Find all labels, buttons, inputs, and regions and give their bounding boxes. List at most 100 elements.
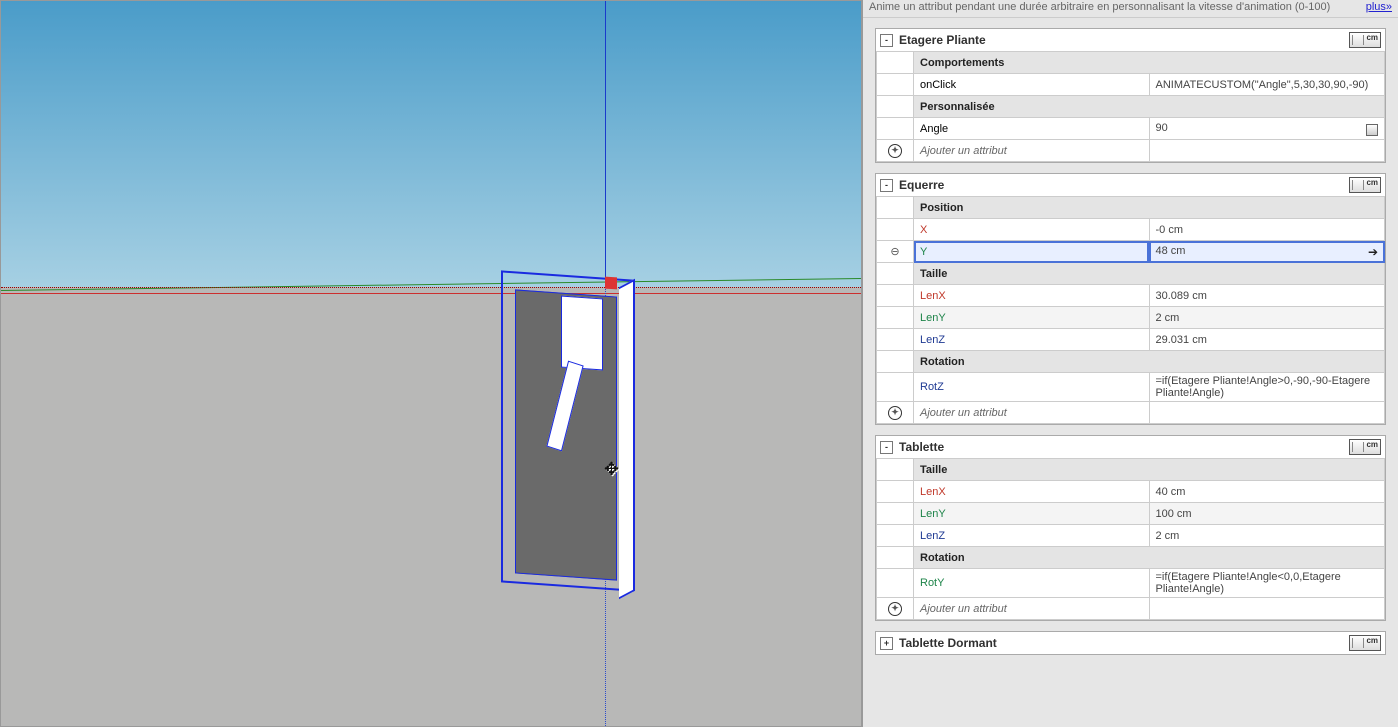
add-attribute-label: Ajouter un attribut: [914, 140, 1150, 162]
ruler-icon[interactable]: cm: [1349, 635, 1381, 651]
section-heading-row: Rotation: [877, 351, 1385, 373]
attribute-row[interactable]: LenY100 cm: [877, 503, 1385, 525]
collapse-toggle-icon[interactable]: -: [880, 441, 893, 454]
attribute-label: Y: [914, 241, 1150, 263]
attributes-panel[interactable]: Anime un attribut pendant une durée arbi…: [862, 0, 1398, 727]
attribute-value[interactable]: 40 cm: [1149, 481, 1385, 503]
info-link[interactable]: plus»: [1366, 1, 1392, 13]
attribute-label: RotY: [914, 569, 1150, 598]
attribute-label: LenX: [914, 481, 1150, 503]
attribute-row[interactable]: ⊖Y48 cm➔: [877, 241, 1385, 263]
row-icon: [877, 219, 914, 241]
block-header[interactable]: +Tablette Dormantcm: [876, 632, 1385, 654]
add-attribute-row[interactable]: ✦Ajouter un attribut: [877, 598, 1385, 620]
add-attribute-label: Ajouter un attribut: [914, 402, 1150, 424]
info-text: Anime un attribut pendant une durée arbi…: [869, 1, 1330, 13]
row-icon: [877, 307, 914, 329]
section-heading-row: Rotation: [877, 547, 1385, 569]
attribute-label: LenZ: [914, 329, 1150, 351]
attribute-value[interactable]: =if(Etagere Pliante!Angle<0,0,Etagere Pl…: [1149, 569, 1385, 598]
attribute-label: LenY: [914, 307, 1150, 329]
attribute-label: onClick: [914, 74, 1150, 96]
add-icon: ✦: [888, 602, 902, 616]
axis-z-up: [605, 1, 606, 287]
row-icon: [877, 118, 914, 140]
add-icon: ✦: [888, 144, 902, 158]
viewport-3d[interactable]: ✥: [0, 0, 862, 727]
attribute-value[interactable]: 2 cm: [1149, 307, 1385, 329]
attribute-value[interactable]: 29.031 cm: [1149, 329, 1385, 351]
section-heading-row: Position: [877, 197, 1385, 219]
arrow-right-icon[interactable]: ➔: [1368, 245, 1378, 259]
attribute-value[interactable]: 2 cm: [1149, 525, 1385, 547]
sky: [1, 1, 861, 287]
block-title: Equerre: [899, 178, 944, 192]
attribute-label: X: [914, 219, 1150, 241]
component-block: -Tablette cm TailleLenX40 cmLenY100 cmLenZ…: [875, 435, 1386, 621]
row-icon: ⊖: [877, 241, 914, 263]
row-icon: [877, 74, 914, 96]
section-heading: Taille: [914, 459, 1385, 481]
row-icon: [877, 285, 914, 307]
attribute-value[interactable]: -0 cm: [1149, 219, 1385, 241]
row-icon: [877, 525, 914, 547]
attribute-row[interactable]: X-0 cm: [877, 219, 1385, 241]
ruler-icon[interactable]: cm: [1349, 177, 1381, 193]
attribute-row[interactable]: Angle90: [877, 118, 1385, 140]
section-heading: Personnalisée: [914, 96, 1385, 118]
block-header[interactable]: -Tablette cm: [876, 436, 1385, 458]
edit-icon[interactable]: [1366, 124, 1378, 136]
row-icon: [877, 329, 914, 351]
collapse-toggle-icon[interactable]: -: [880, 179, 893, 192]
attribute-row[interactable]: LenX40 cm: [877, 481, 1385, 503]
collapse-toggle-icon[interactable]: +: [880, 637, 893, 650]
attribute-value[interactable]: 30.089 cm: [1149, 285, 1385, 307]
attribute-row[interactable]: LenX30.089 cm: [877, 285, 1385, 307]
axis-x: [1, 293, 861, 294]
ruler-icon[interactable]: cm: [1349, 439, 1381, 455]
attribute-label: RotZ: [914, 373, 1150, 402]
collapse-toggle-icon[interactable]: -: [880, 34, 893, 47]
attribute-label: LenZ: [914, 525, 1150, 547]
attribute-value[interactable]: 48 cm➔: [1149, 241, 1385, 263]
add-attribute-value[interactable]: [1149, 402, 1385, 424]
component-block: -EquerrecmPositionX-0 cm⊖Y48 cm➔TailleLe…: [875, 173, 1386, 425]
attribute-row[interactable]: LenZ2 cm: [877, 525, 1385, 547]
row-icon: [877, 569, 914, 598]
add-attribute-value[interactable]: [1149, 598, 1385, 620]
attribute-label: LenY: [914, 503, 1150, 525]
section-heading: Comportements: [914, 52, 1385, 74]
add-attribute-row[interactable]: ✦ Ajouter un attribut: [877, 140, 1385, 162]
section-heading: Rotation: [914, 547, 1385, 569]
block-title: Tablette: [899, 440, 944, 454]
section-heading-row: Taille: [877, 263, 1385, 285]
row-icon: [877, 503, 914, 525]
horizon: [1, 287, 861, 288]
attribute-row[interactable]: RotZ=if(Etagere Pliante!Angle>0,-90,-90-…: [877, 373, 1385, 402]
interact-cursor-icon: ✥: [604, 459, 619, 480]
attribute-value[interactable]: ANIMATECUSTOM("Angle",5,30,30,90,-90): [1149, 74, 1385, 96]
add-attribute-value[interactable]: [1149, 140, 1385, 162]
attribute-row[interactable]: LenY2 cm: [877, 307, 1385, 329]
attribute-row[interactable]: LenZ29.031 cm: [877, 329, 1385, 351]
attribute-row[interactable]: RotY=if(Etagere Pliante!Angle<0,0,Etager…: [877, 569, 1385, 598]
attribute-label: LenX: [914, 285, 1150, 307]
ground: [1, 287, 861, 726]
component-block: -Etagere Pliante cm ComportementsonClickAN…: [875, 28, 1386, 163]
add-attribute-row[interactable]: ✦ Ajouter un attribut: [877, 402, 1385, 424]
section-heading-row: Personnalisée: [877, 96, 1385, 118]
section-heading: Rotation: [914, 351, 1385, 373]
section-heading: Position: [914, 197, 1385, 219]
block-header[interactable]: -Equerre cm: [876, 174, 1385, 196]
attribute-value[interactable]: 90: [1149, 118, 1385, 140]
block-title: Etagere Pliante: [899, 33, 986, 47]
section-heading-row: Taille: [877, 459, 1385, 481]
attribute-row[interactable]: onClickANIMATECUSTOM("Angle",5,30,30,90,…: [877, 74, 1385, 96]
attribute-value[interactable]: =if(Etagere Pliante!Angle>0,-90,-90-Etag…: [1149, 373, 1385, 402]
row-icon: [877, 373, 914, 402]
block-header[interactable]: -Etagere Pliante cm: [876, 29, 1385, 51]
attribute-value[interactable]: 100 cm: [1149, 503, 1385, 525]
add-icon: ✦: [888, 406, 902, 420]
ruler-icon[interactable]: cm: [1349, 32, 1381, 48]
row-icon: [877, 481, 914, 503]
